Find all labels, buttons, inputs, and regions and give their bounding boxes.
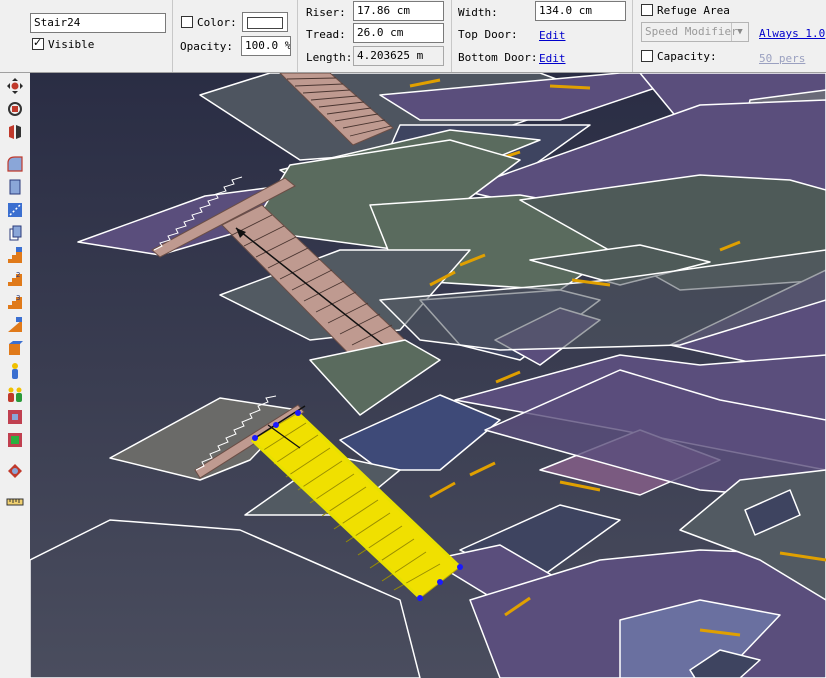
obstruction-icon[interactable] [6, 178, 24, 196]
color-swatch-button[interactable] [242, 12, 288, 32]
top-door-edit-link[interactable]: Edit [539, 29, 566, 42]
stair-landing-icon[interactable] [6, 247, 24, 265]
ramp-icon[interactable] [6, 316, 24, 334]
bottom-door-label: Bottom Door: [458, 51, 538, 64]
speed-modifier-dropdown[interactable]: Speed Modifier ▼ [641, 22, 749, 42]
opacity-field[interactable]: 100.0 % [241, 36, 291, 56]
section-divider [172, 0, 173, 72]
opacity-label: Opacity: [180, 40, 233, 53]
refuge-area-checkbox[interactable] [641, 4, 653, 16]
section-divider [632, 0, 633, 72]
svg-text:3: 3 [16, 294, 20, 302]
zoom-icon[interactable] [6, 123, 24, 141]
riser-label: Riser: [306, 6, 346, 19]
refuge-area-label: Refuge Area [657, 4, 730, 17]
top-door-label: Top Door: [458, 28, 518, 41]
3d-viewport[interactable] [30, 73, 826, 678]
capacity-checkbox[interactable] [641, 50, 653, 62]
stair-up-icon[interactable]: 2 [6, 270, 24, 288]
property-panel: Stair24 Visible Color: Opacity: 100.0 % … [0, 0, 826, 73]
name-field[interactable]: Stair24 [30, 13, 166, 33]
section-divider [297, 0, 298, 72]
riser-field[interactable]: 17.86 cm [353, 1, 444, 21]
width-label: Width: [458, 6, 498, 19]
orbit-icon[interactable] [6, 100, 24, 118]
measure-icon[interactable] [6, 493, 24, 511]
length-label: Length: [306, 51, 353, 64]
visible-label: Visible [48, 38, 95, 51]
occupant-icon[interactable] [6, 362, 24, 380]
move-icon[interactable] [6, 77, 24, 95]
target-icon[interactable] [6, 408, 24, 426]
tread-label: Tread: [306, 28, 346, 41]
scene-svg [30, 73, 826, 678]
stair-down-icon[interactable]: 3 [6, 293, 24, 311]
color-checkbox[interactable] [181, 16, 193, 28]
region-icon[interactable] [6, 431, 24, 449]
room-icon[interactable] [6, 155, 24, 173]
group-icon[interactable] [6, 385, 24, 403]
color-label: Color: [197, 16, 237, 29]
stair-icon[interactable] [6, 224, 24, 242]
length-field: 4.203625 m [353, 46, 444, 66]
chevron-down-icon: ▼ [731, 23, 748, 41]
capacity-link[interactable]: 50 pers [759, 52, 805, 65]
camera-icon[interactable] [6, 462, 24, 480]
always-link[interactable]: Always 1.0 [759, 27, 825, 40]
left-toolbar: 2 3 [0, 73, 30, 678]
bottom-door-edit-link[interactable]: Edit [539, 52, 566, 65]
tread-field[interactable]: 26.0 cm [353, 23, 444, 43]
door-icon[interactable] [6, 201, 24, 219]
width-field[interactable]: 134.0 cm [535, 1, 626, 21]
speed-modifier-placeholder: Speed Modifier [645, 25, 738, 38]
exit-icon[interactable] [6, 339, 24, 357]
capacity-label: Capacity: [657, 50, 717, 63]
section-divider [451, 0, 452, 72]
visible-checkbox[interactable] [32, 36, 44, 50]
svg-text:2: 2 [16, 271, 20, 279]
